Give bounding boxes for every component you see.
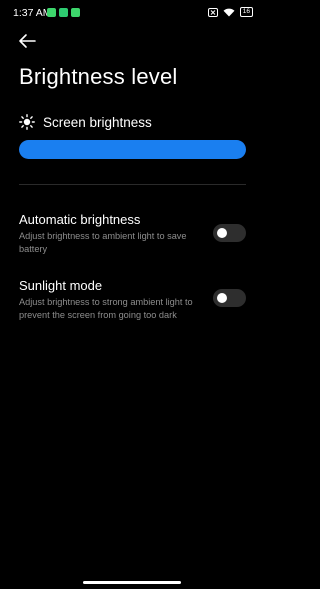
notification-app-icon xyxy=(71,8,80,17)
brightness-slider[interactable] xyxy=(19,140,246,159)
home-indicator[interactable] xyxy=(83,581,181,584)
status-icons: 16 xyxy=(207,7,253,17)
sunlight-mode-toggle[interactable] xyxy=(213,289,246,307)
sunlight-mode-title: Sunlight mode xyxy=(19,278,103,293)
battery-icon: 16 xyxy=(239,7,253,17)
back-button[interactable] xyxy=(16,31,38,51)
status-bar: 1:37 AM 16 xyxy=(0,0,265,26)
wifi-icon xyxy=(223,8,235,16)
toggle-knob xyxy=(217,228,227,238)
notification-app-icon xyxy=(47,8,56,17)
sim-off-icon xyxy=(207,7,218,17)
screen-brightness-label: Screen brightness xyxy=(43,114,152,130)
sunlight-mode-setting[interactable]: Sunlight mode Adjust brightness to stron… xyxy=(19,278,246,321)
divider xyxy=(19,184,246,185)
notification-icons xyxy=(47,8,80,17)
sun-icon xyxy=(19,114,35,130)
toggle-knob xyxy=(217,293,227,303)
automatic-brightness-toggle[interactable] xyxy=(213,224,246,242)
status-time: 1:37 AM xyxy=(13,7,52,19)
arrow-left-icon xyxy=(19,34,36,48)
automatic-brightness-setting[interactable]: Automatic brightness Adjust brightness t… xyxy=(19,212,246,255)
screen-brightness-header: Screen brightness xyxy=(19,114,152,130)
sunlight-mode-description: Adjust brightness to strong ambient ligh… xyxy=(19,297,193,320)
notification-app-icon xyxy=(59,8,68,17)
page-title: Brightness level xyxy=(19,64,178,89)
automatic-brightness-title: Automatic brightness xyxy=(19,212,141,227)
brightness-slider-fill xyxy=(19,140,246,159)
automatic-brightness-description: Adjust brightness to ambient light to sa… xyxy=(19,231,187,254)
